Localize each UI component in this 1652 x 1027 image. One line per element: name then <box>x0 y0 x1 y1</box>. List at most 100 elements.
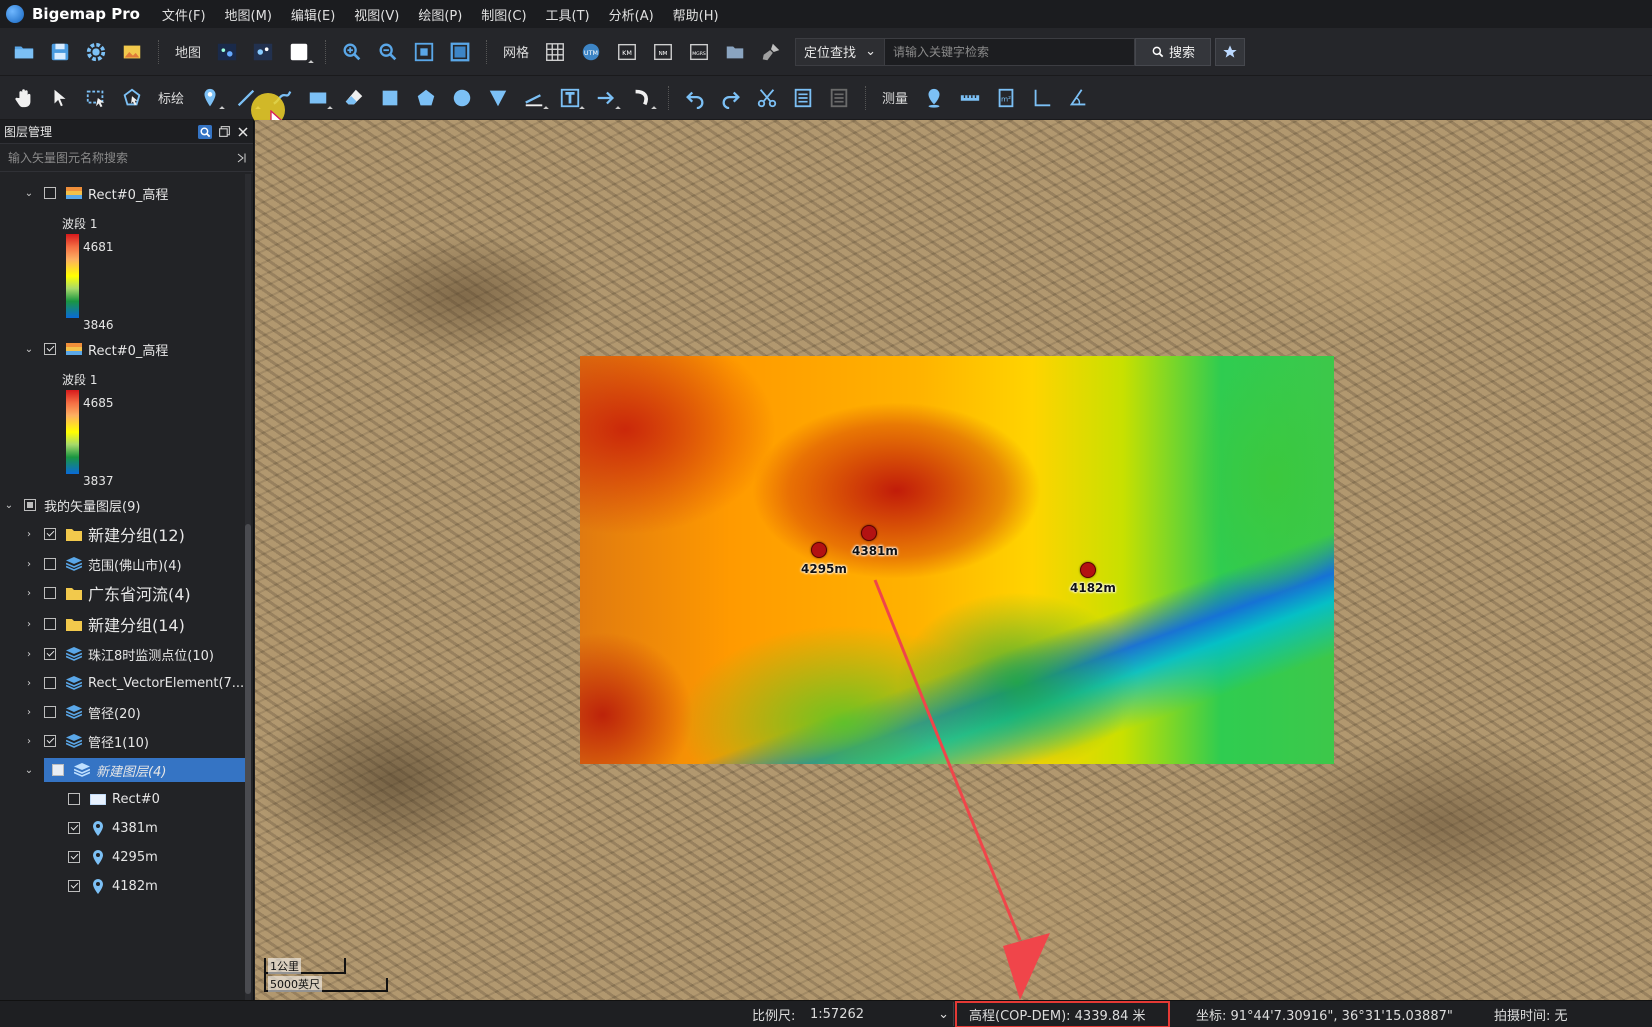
scrollbar-thumb[interactable] <box>245 524 251 994</box>
search-input[interactable] <box>885 37 1136 66</box>
chevron-right-icon[interactable]: › <box>22 586 36 600</box>
rect-select-icon[interactable] <box>81 83 111 113</box>
tree-row-layer[interactable]: › 管径1(10) <box>22 728 149 754</box>
layer-checkbox[interactable] <box>44 187 56 199</box>
float-window-icon[interactable] <box>218 125 231 138</box>
layer-panel-scrollbar[interactable] <box>245 174 251 1000</box>
layer-checkbox[interactable] <box>44 677 56 689</box>
chevron-right-icon[interactable]: › <box>22 557 36 571</box>
chevron-right-icon[interactable]: › <box>22 527 36 541</box>
circle-draw-icon[interactable] <box>447 83 477 113</box>
measure-azimuth-icon[interactable] <box>1063 83 1093 113</box>
tree-row-layer[interactable]: › 珠江8时监测点位(10) <box>22 641 214 667</box>
attribute-table-icon[interactable] <box>788 83 818 113</box>
rectangle-draw-icon[interactable] <box>303 83 333 113</box>
undo-icon[interactable] <box>680 83 710 113</box>
scale-select[interactable]: 1:57262 ⌄ <box>806 1002 954 1026</box>
blank-map-icon[interactable] <box>284 37 314 67</box>
layer-checkbox[interactable] <box>44 558 56 570</box>
layer-search-input[interactable] <box>8 150 228 165</box>
zoom-in-icon[interactable] <box>337 37 367 67</box>
utm-grid-icon[interactable]: UTM <box>576 37 606 67</box>
measure-line-icon[interactable] <box>519 83 549 113</box>
selected-layer-highlight[interactable]: 新建图层(4) <box>44 758 249 782</box>
eraser-icon[interactable] <box>339 83 369 113</box>
satellite-map-icon[interactable] <box>212 37 242 67</box>
layer-checkbox[interactable] <box>44 587 56 599</box>
tree-row-feature[interactable]: 4381m <box>68 815 158 841</box>
redo-icon[interactable] <box>716 83 746 113</box>
menu-view[interactable]: 视图(V) <box>352 3 401 26</box>
measure-area-icon[interactable]: m² <box>991 83 1021 113</box>
select-arrow-icon[interactable] <box>45 83 75 113</box>
layer-checkbox[interactable] <box>52 764 64 776</box>
feature-checkbox[interactable] <box>68 822 80 834</box>
km-grid-icon[interactable]: KM <box>612 37 642 67</box>
chevron-right-icon[interactable]: › <box>22 734 36 748</box>
measure-angle-icon[interactable] <box>1027 83 1057 113</box>
tree-row-layer-selected[interactable]: ⌄ 新建图层(4) <box>22 757 249 783</box>
layer-checkbox[interactable] <box>44 648 56 660</box>
map-canvas[interactable]: 4295m 4381m 4182m 1公里 5000英尺 <box>255 120 1652 1000</box>
settings-gear-icon[interactable] <box>81 37 111 67</box>
tree-row-group[interactable]: › 新建分组(12) <box>22 521 185 547</box>
pan-hand-icon[interactable] <box>9 83 39 113</box>
menu-cartography[interactable]: 制图(C) <box>479 3 528 26</box>
polygon-select-icon[interactable] <box>117 83 147 113</box>
save-icon[interactable] <box>45 37 75 67</box>
layer-checkbox[interactable] <box>44 706 56 718</box>
menu-analysis[interactable]: 分析(A) <box>607 3 656 26</box>
grid-icon[interactable] <box>540 37 570 67</box>
coordinate-pick-icon[interactable] <box>919 83 949 113</box>
feature-checkbox[interactable] <box>68 793 80 805</box>
locate-select[interactable]: 定位查找 ⌄ <box>795 37 886 66</box>
chevron-right-icon[interactable]: › <box>22 676 36 690</box>
chevron-right-icon[interactable]: › <box>22 647 36 661</box>
satellite-map-2-icon[interactable] <box>248 37 278 67</box>
tree-row-feature[interactable]: 4182m <box>68 873 158 899</box>
layer-checkbox[interactable] <box>44 735 56 747</box>
tree-row-layer[interactable]: › Rect_VectorElement(7... <box>22 670 244 696</box>
layer-checkbox[interactable] <box>44 618 56 630</box>
curve-arrow-icon[interactable] <box>627 83 657 113</box>
tree-row-layer[interactable]: › 管径(20) <box>22 699 141 725</box>
mgrs-grid-icon[interactable]: MGRS <box>684 37 714 67</box>
nm-grid-icon[interactable]: NM <box>648 37 678 67</box>
sector-draw-icon[interactable] <box>483 83 513 113</box>
attribute-table-disabled-icon[interactable] <box>824 83 854 113</box>
arrow-draw-icon[interactable] <box>591 83 621 113</box>
chevron-down-icon[interactable]: ⌄ <box>22 763 36 777</box>
scissors-icon[interactable] <box>752 83 782 113</box>
collapse-panel-icon[interactable] <box>235 152 247 164</box>
chevron-down-icon[interactable]: ⌄ <box>22 186 36 200</box>
text-label-icon[interactable] <box>555 83 585 113</box>
tree-row-layer[interactable]: › 范围(佛山市)(4) <box>22 551 182 577</box>
chevron-right-icon[interactable]: › <box>22 705 36 719</box>
zoom-out-icon[interactable] <box>373 37 403 67</box>
sheet-folder-icon[interactable] <box>720 37 750 67</box>
clear-brush-icon[interactable] <box>756 37 786 67</box>
measure-distance-icon[interactable] <box>955 83 985 113</box>
favorite-button[interactable] <box>1215 37 1246 66</box>
menu-draw[interactable]: 绘图(P) <box>416 3 464 26</box>
tree-row-raster-1[interactable]: ⌄ Rect#0_高程 <box>22 180 168 206</box>
menu-edit[interactable]: 编辑(E) <box>289 3 337 26</box>
menu-tools[interactable]: 工具(T) <box>544 3 592 26</box>
feature-checkbox[interactable] <box>68 851 80 863</box>
layer-checkbox[interactable] <box>24 499 36 511</box>
chevron-right-icon[interactable]: › <box>22 617 36 631</box>
zoom-extent-icon[interactable] <box>409 37 439 67</box>
menu-file[interactable]: 文件(F) <box>160 3 208 26</box>
tree-row-group[interactable]: › 广东省河流(4) <box>22 580 191 606</box>
polygon-draw-icon[interactable] <box>411 83 441 113</box>
open-folder-icon[interactable] <box>9 37 39 67</box>
close-icon[interactable] <box>237 126 249 138</box>
chevron-down-icon[interactable]: ⌄ <box>22 342 36 356</box>
menu-help[interactable]: 帮助(H) <box>671 3 721 26</box>
search-button[interactable]: 搜索 <box>1135 37 1212 66</box>
menu-map[interactable]: 地图(M) <box>223 3 274 26</box>
square-draw-icon[interactable] <box>375 83 405 113</box>
tree-row-raster-2[interactable]: ⌄ Rect#0_高程 <box>22 336 168 362</box>
image-export-icon[interactable] <box>117 37 147 67</box>
search-icon[interactable] <box>198 124 212 139</box>
